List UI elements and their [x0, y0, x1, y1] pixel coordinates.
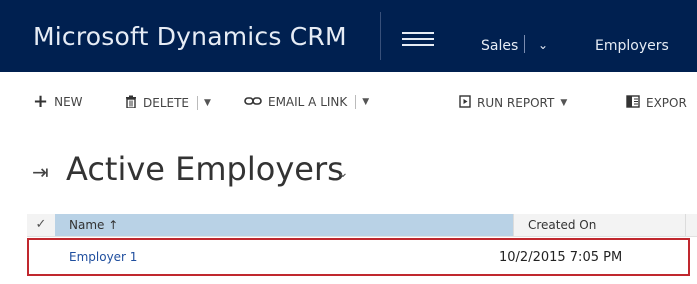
select-all-checkbox[interactable]: ✓ — [27, 214, 55, 236]
new-label: NEW — [54, 95, 83, 109]
grid-header: ✓ Name ↑ Created On — [27, 214, 697, 237]
export-button[interactable]: EXPOR — [626, 95, 687, 111]
pin-icon[interactable]: ⇥ — [32, 160, 49, 184]
dropdown-divider — [355, 95, 357, 109]
run-report-button[interactable]: RUN REPORT ▼ — [459, 95, 567, 111]
chevron-down-icon[interactable]: ⌄ — [538, 38, 548, 52]
table-row[interactable]: Employer 1 10/2/2015 7:05 PM — [27, 238, 690, 276]
delete-button[interactable]: DELETE ▼ — [125, 95, 211, 111]
link-icon — [244, 95, 262, 109]
nav-divider — [524, 35, 525, 53]
email-link-label: EMAIL A LINK — [268, 95, 348, 109]
new-button[interactable]: + NEW — [33, 91, 83, 112]
app-title[interactable]: Microsoft Dynamics CRM — [33, 22, 347, 51]
run-report-label: RUN REPORT — [477, 96, 555, 110]
row-name-link[interactable]: Employer 1 — [69, 250, 137, 264]
view-title[interactable]: Active Employers — [66, 150, 344, 188]
nav-entity-employers[interactable]: Employers — [595, 38, 669, 54]
dropdown-caret-icon[interactable]: ▼ — [362, 97, 369, 107]
hamburger-icon[interactable] — [402, 32, 434, 46]
excel-icon — [626, 95, 640, 111]
dropdown-divider — [197, 96, 199, 110]
delete-label: DELETE — [143, 96, 190, 110]
column-divider — [685, 214, 686, 236]
view-header: ⇥ Active Employers ⌄ — [0, 145, 697, 195]
top-navigation-bar: Microsoft Dynamics CRM Sales ⌄ Employers — [0, 0, 697, 72]
chevron-down-icon[interactable]: ⌄ — [337, 165, 349, 181]
command-bar: + NEW DELETE ▼ EMAIL A LINK ▼ RUN REPORT… — [0, 90, 697, 120]
column-header-created-on[interactable]: Created On — [513, 214, 685, 236]
email-link-button[interactable]: EMAIL A LINK ▼ — [244, 95, 369, 109]
topbar-divider — [380, 12, 381, 60]
plus-icon: + — [33, 91, 49, 112]
row-created-on: 10/2/2015 7:05 PM — [499, 250, 623, 265]
export-label: EXPOR — [646, 96, 687, 110]
column-header-name[interactable]: Name ↑ — [55, 214, 513, 236]
nav-area-sales[interactable]: Sales — [481, 38, 518, 54]
report-icon — [459, 95, 471, 111]
dropdown-caret-icon[interactable]: ▼ — [204, 98, 211, 108]
dropdown-caret-icon[interactable]: ▼ — [560, 98, 567, 108]
trash-icon — [125, 95, 137, 111]
